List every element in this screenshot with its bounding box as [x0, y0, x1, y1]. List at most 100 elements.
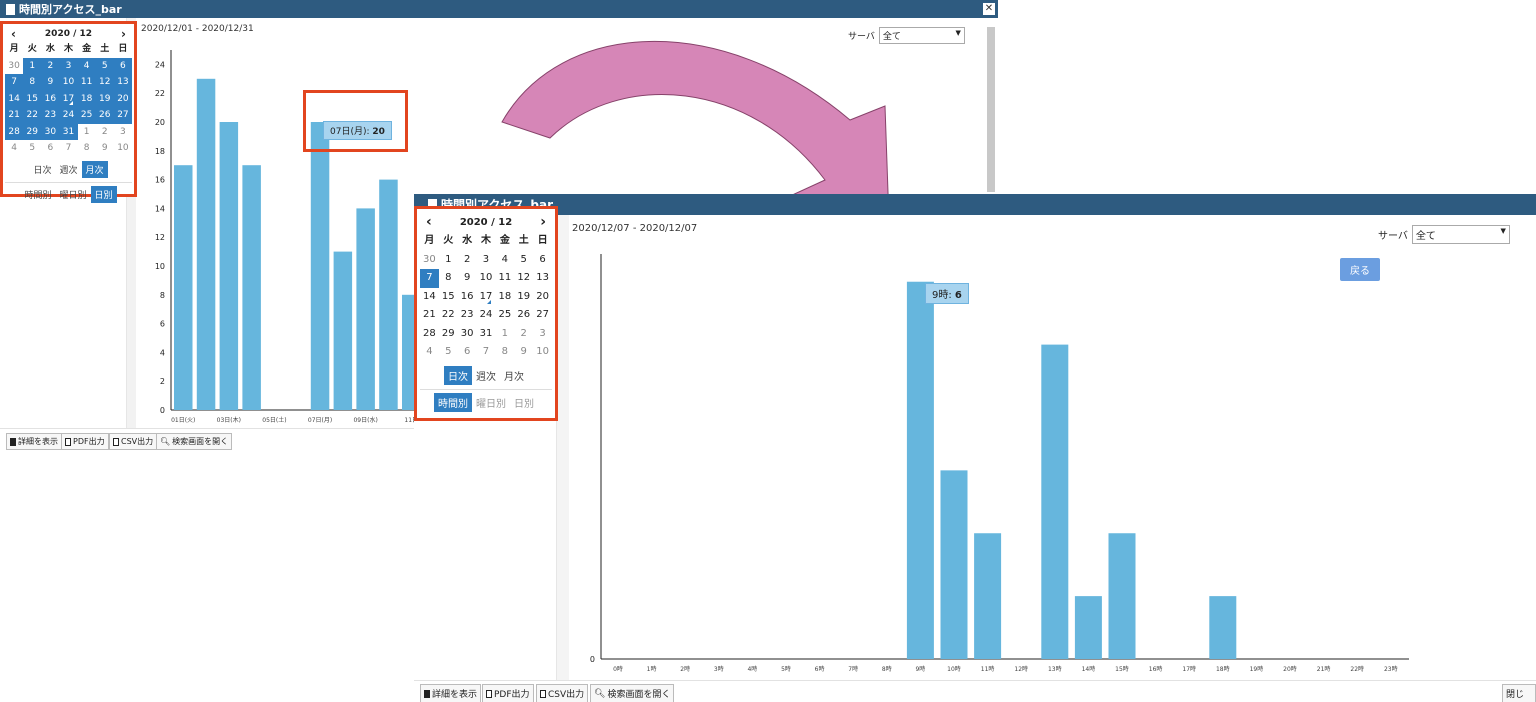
calendar-day[interactable]: 11: [495, 269, 514, 288]
calendar-day[interactable]: 21: [420, 306, 439, 325]
details-button[interactable]: 詳細を表示: [6, 433, 62, 450]
period-option[interactable]: 日次: [444, 365, 472, 385]
calendar-day[interactable]: 6: [533, 251, 552, 270]
calendar-day[interactable]: 5: [439, 343, 458, 362]
calendar-day[interactable]: 2: [458, 251, 477, 270]
calendar-day[interactable]: 6: [113, 57, 132, 74]
calendar-day[interactable]: 16: [41, 90, 60, 107]
calendar-day[interactable]: 26: [514, 306, 533, 325]
calendar-day[interactable]: 25: [77, 107, 96, 124]
calendar-day[interactable]: 8: [23, 74, 42, 91]
calendar-day[interactable]: 2: [41, 57, 60, 74]
calendar-day[interactable]: 4: [77, 57, 96, 74]
calendar-day[interactable]: 30: [458, 325, 477, 344]
calendar-day[interactable]: 18: [495, 288, 514, 307]
calendar-day[interactable]: 21: [5, 107, 24, 124]
period-option[interactable]: 週次: [472, 366, 500, 385]
calendar-day[interactable]: 31: [477, 325, 496, 344]
calendar-day[interactable]: 9: [41, 74, 60, 91]
calendar-day[interactable]: 6: [41, 140, 59, 157]
calendar-day[interactable]: 10: [114, 140, 132, 157]
group-option[interactable]: 日別: [510, 393, 538, 412]
calendar-day[interactable]: 6: [458, 343, 477, 362]
calendar-day[interactable]: 20: [113, 90, 132, 107]
calendar-day[interactable]: 30: [420, 251, 439, 270]
calendar-day[interactable]: 14: [420, 288, 439, 307]
calendar-day[interactable]: 4: [495, 251, 514, 270]
calendar-day[interactable]: 18: [77, 90, 96, 107]
calendar-day[interactable]: 25: [495, 306, 514, 325]
calendar-day[interactable]: 10: [533, 343, 552, 362]
open-search-button[interactable]: 🔍︎ 検索画面を開く: [156, 433, 233, 450]
group-option[interactable]: 時間別: [20, 186, 55, 203]
calendar-day[interactable]: 27: [113, 107, 132, 124]
calendar-day[interactable]: 10: [59, 74, 78, 91]
calendar-day[interactable]: 16: [458, 288, 477, 307]
calendar-day[interactable]: 7: [5, 74, 24, 91]
calendar-day[interactable]: 29: [23, 123, 42, 140]
calendar-day[interactable]: 2: [96, 124, 114, 141]
calendar-day[interactable]: 3: [477, 251, 496, 270]
calendar-day[interactable]: 29: [439, 325, 458, 344]
group-option[interactable]: 曜日別: [55, 186, 90, 203]
calendar-day[interactable]: 24: [477, 306, 496, 325]
calendar-day[interactable]: 19: [514, 288, 533, 307]
calendar-day[interactable]: 1: [78, 124, 96, 141]
period-option[interactable]: 月次: [81, 160, 108, 178]
calendar-day[interactable]: 7: [477, 343, 496, 362]
group-option[interactable]: 日別: [90, 185, 117, 203]
calendar-day[interactable]: 9: [458, 269, 477, 288]
calendar-day[interactable]: 9: [514, 343, 533, 362]
calendar-day[interactable]: 10: [477, 269, 496, 288]
calendar-day[interactable]: 5: [95, 57, 114, 74]
details-button[interactable]: 詳細を表示: [420, 684, 482, 702]
calendar-day[interactable]: 1: [23, 57, 42, 74]
open-search-button[interactable]: 🔍︎ 検索画面を開く: [590, 684, 675, 702]
calendar-day[interactable]: 2: [514, 325, 533, 344]
group-option[interactable]: 曜日別: [472, 393, 510, 412]
pdf-button[interactable]: PDF出力: [61, 433, 109, 450]
calendar-day[interactable]: 23: [458, 306, 477, 325]
calendar-day[interactable]: 24: [59, 107, 78, 124]
vertical-scrollbar[interactable]: [987, 27, 995, 192]
calendar-day[interactable]: 30: [5, 58, 23, 75]
csv-button[interactable]: CSV出力: [536, 684, 589, 702]
calendar-day[interactable]: 23: [41, 107, 60, 124]
prev-month-button[interactable]: ‹: [426, 214, 432, 230]
calendar-day[interactable]: 17: [59, 90, 78, 107]
calendar-day[interactable]: 26: [95, 107, 114, 124]
csv-button[interactable]: CSV出力: [109, 433, 158, 450]
pdf-button[interactable]: PDF出力: [482, 684, 534, 702]
calendar-day[interactable]: 19: [95, 90, 114, 107]
period-option[interactable]: 週次: [55, 161, 81, 178]
close-button[interactable]: 閉じる: [1502, 684, 1536, 702]
calendar-day[interactable]: 17: [477, 288, 496, 307]
calendar-day[interactable]: 15: [439, 288, 458, 307]
calendar-day[interactable]: 20: [533, 288, 552, 307]
window-titlebar[interactable]: 時間別アクセス_bar: [414, 194, 1536, 215]
calendar-day[interactable]: 15: [23, 90, 42, 107]
calendar-day[interactable]: 28: [5, 123, 24, 140]
calendar-day[interactable]: 30: [41, 123, 60, 140]
close-icon[interactable]: ✕: [983, 3, 995, 15]
calendar-day[interactable]: 4: [420, 343, 439, 362]
calendar-day[interactable]: 5: [23, 140, 41, 157]
calendar-day[interactable]: 7: [59, 140, 77, 157]
calendar-day[interactable]: 8: [439, 269, 458, 288]
calendar-day[interactable]: 31: [59, 123, 78, 140]
calendar-day[interactable]: 13: [533, 269, 552, 288]
calendar-day[interactable]: 1: [439, 251, 458, 270]
next-month-button[interactable]: ›: [540, 214, 546, 230]
calendar-day[interactable]: 14: [5, 90, 24, 107]
calendar-day[interactable]: 22: [439, 306, 458, 325]
calendar-day[interactable]: 12: [514, 269, 533, 288]
calendar-day[interactable]: 13: [113, 74, 132, 91]
prev-month-button[interactable]: ‹: [11, 27, 16, 41]
period-option[interactable]: 月次: [500, 366, 528, 385]
calendar-day[interactable]: 12: [95, 74, 114, 91]
calendar-day[interactable]: 4: [5, 140, 23, 157]
calendar-day[interactable]: 5: [514, 251, 533, 270]
calendar-day[interactable]: 27: [533, 306, 552, 325]
server-select[interactable]: 全て ▼: [1411, 225, 1510, 244]
calendar-day[interactable]: 3: [114, 124, 132, 141]
